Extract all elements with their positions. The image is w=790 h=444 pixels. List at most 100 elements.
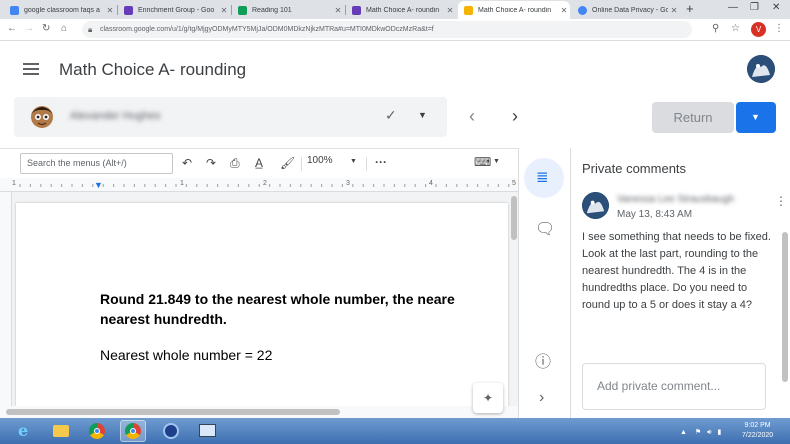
redo-icon[interactable]: ↷ [206,156,216,170]
close-tab-icon[interactable]: ✕ [104,6,116,15]
input-tools-icon[interactable]: ⌨︎ [474,155,491,169]
file-explorer-icon[interactable] [48,420,74,442]
system-clock[interactable]: 9:02 PM 7/22/2020 [742,421,773,441]
close-tab-icon[interactable]: ✕ [558,6,570,15]
chrome-menu-icon[interactable]: ⋮ [774,23,784,34]
close-tab-icon[interactable]: ✕ [444,6,456,15]
docs-favicon-icon [578,5,587,15]
clock-date: 7/22/2020 [742,432,774,439]
answer-text: Nearest whole number = 22 [100,347,273,363]
horizontal-scrollbar[interactable] [6,409,340,415]
spellcheck-icon[interactable]: A̲ [255,156,263,170]
chevron-right-icon[interactable]: › [539,389,544,407]
close-tab-icon[interactable]: ✕ [668,6,680,15]
help-icon[interactable]: ⓘ [535,348,551,372]
ruler-number: 5 [512,180,516,187]
classroom-favicon-icon [464,5,473,15]
tab-title: Math Choice A- roundin [366,6,440,14]
dropdown-arrow-icon: ▼ [751,112,760,122]
comments-scrollbar[interactable] [782,232,788,382]
tab-title: Enrichment Group - Goo [138,6,215,14]
checkmark-icon: ✓ [385,107,397,123]
system-tray: ▲ ⚑ 🔊︎ ▮ [680,428,721,437]
dropdown-arrow-icon[interactable]: ▼ [418,110,427,120]
question-text: Round 21.849 to the nearest whole number… [100,291,455,307]
commenter-name: Vanessa Lee Strausbaugh [617,194,735,205]
tab-title: google classroom faqs a [24,6,100,14]
return-button[interactable]: Return [652,102,734,133]
address-bar[interactable]: 🔒︎ classroom.google.com/u/1/g/tg/MjgyODM… [82,21,692,38]
ruler-number: 1 [180,180,184,187]
tray-arrow-icon[interactable]: ▲ [680,429,687,436]
ruler-number: 3 [346,180,350,187]
close-window-icon[interactable]: ✕ [772,2,780,13]
main-menu-icon[interactable] [23,63,39,75]
home-icon[interactable]: ⌂ [61,23,67,34]
flag-icon[interactable]: ⚑ [695,429,701,436]
paint-format-icon[interactable]: 🖌︎ [280,156,295,170]
private-comments-heading: Private comments [582,161,687,176]
reload-icon[interactable]: ↻ [42,23,50,34]
next-student-icon[interactable]: › [512,106,518,127]
forward-arrow-icon[interactable]: → [24,23,34,34]
dropdown-arrow-icon[interactable]: ▼ [493,158,500,165]
comment-text: I see something that needs to be fixed. … [582,231,771,311]
commenter-avatar [582,192,609,219]
explore-icon: ✦ [482,391,494,405]
browser-tab[interactable]: Reading 101 ✕ [232,1,344,19]
zoom-select[interactable]: 100% [307,155,333,166]
docs-favicon-icon [10,5,19,15]
vertical-scrollbar[interactable] [511,196,517,240]
student-selector[interactable]: Alexander Hughes ✓ ▼ [14,97,447,137]
profile-avatar[interactable]: V [751,22,766,37]
volume-icon[interactable]: 🔊︎ [707,429,711,436]
more-options-icon[interactable]: ··· [375,155,387,169]
print-icon[interactable]: ⎙ [230,156,240,171]
indent-marker-icon[interactable]: ▼ [94,180,103,190]
chrome-icon-active[interactable] [120,420,146,442]
windows-taskbar: e [0,418,790,444]
minimize-icon[interactable]: — [728,2,738,13]
page-title: Math Choice A- rounding [59,60,247,79]
dropdown-arrow-icon[interactable]: ▼ [350,158,357,165]
browser-tab-active[interactable]: Math Choice A- roundin ✕ [458,1,570,19]
remote-desktop-icon[interactable] [194,420,220,442]
document-page[interactable]: Round 21.849 to the nearest whole number… [16,203,508,406]
bookmark-star-icon[interactable]: ☆ [731,23,740,34]
comment-icon[interactable]: 🗨︎ [535,219,555,239]
restore-icon[interactable]: ❐ [750,2,759,13]
files-tab-button[interactable]: ≣ [524,158,564,198]
forms-favicon-icon [124,5,133,15]
network-icon[interactable]: ▮ [718,429,722,436]
explore-button[interactable]: ✦ [473,383,503,413]
previous-student-icon[interactable]: ‹ [469,106,475,127]
browser-tab[interactable]: google classroom faqs a ✕ [4,1,116,19]
chrome-icon[interactable] [84,420,110,442]
student-name: Alexander Hughes [70,110,161,122]
comment-more-icon[interactable]: ⋮ [775,194,787,208]
browser-tab[interactable]: Enrichment Group - Goo ✕ [118,1,230,19]
zoom-icon[interactable]: ⚲ [712,23,719,34]
return-options-button[interactable]: ▼ [736,102,776,133]
internet-explorer-icon[interactable]: e [12,420,38,442]
back-arrow-icon[interactable]: ← [7,23,17,34]
document-list-icon: ≣ [536,169,549,186]
vertical-ruler [0,192,12,406]
url-text: classroom.google.com/u/1/g/tg/MjgyODMyMT… [100,26,434,33]
ruler-number: 2 [263,180,267,187]
browser-tab[interactable]: Math Choice A- roundin ✕ [346,1,456,19]
close-tab-icon[interactable]: ✕ [332,6,344,15]
ruler-ticks [19,184,510,187]
add-private-comment-input[interactable]: Add private comment... [582,363,766,410]
new-tab-button[interactable]: + [686,1,694,16]
menu-search-input[interactable]: Search the menus (Alt+/) [20,153,173,174]
undo-icon[interactable]: ↶ [182,156,192,170]
browser-tab[interactable]: Online Data Privacy - Go ✕ [572,1,680,19]
forms-favicon-icon [352,5,361,15]
student-avatar [28,102,56,130]
ruler-number: 1 [12,180,16,187]
close-tab-icon[interactable]: ✕ [218,6,230,15]
account-avatar[interactable] [747,55,775,83]
media-player-icon[interactable] [158,420,184,442]
browser-tab-strip: google classroom faqs a ✕ Enrichment Gro… [0,0,790,19]
